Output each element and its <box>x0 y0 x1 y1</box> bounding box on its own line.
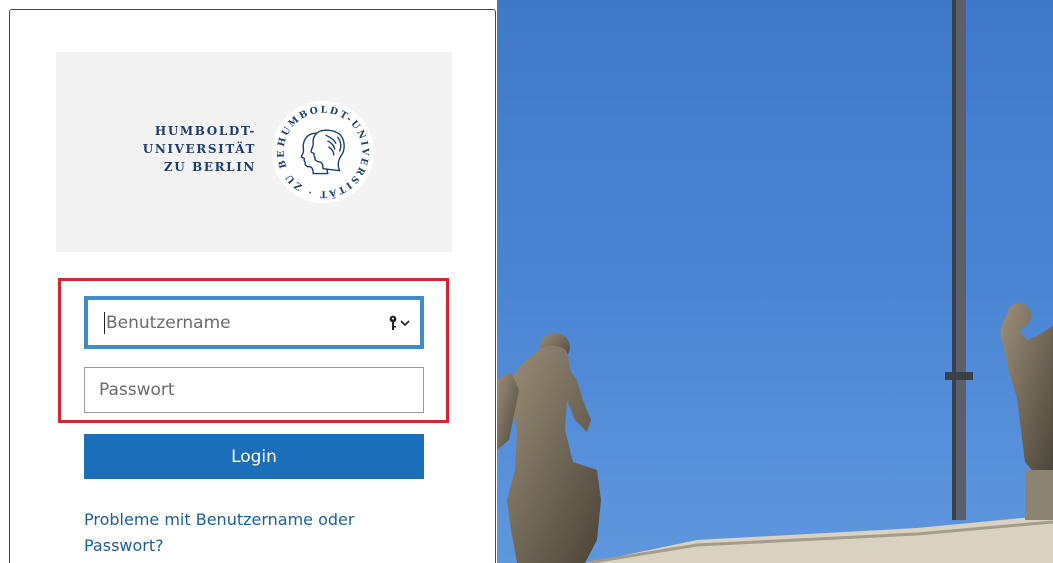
page: HUMBOLDT- UNIVERSITÄT ZU BERLIN HUMBOLDT… <box>0 0 1053 563</box>
username-field[interactable]: Benutzername <box>84 296 424 349</box>
logo-line-2: UNIVERSITÄT <box>142 142 256 156</box>
chevron-down-icon <box>400 319 410 326</box>
login-button[interactable]: Login <box>84 434 424 479</box>
statue-plinth <box>1025 470 1053 520</box>
university-logo: HUMBOLDT- UNIVERSITÄT ZU BERLIN HUMBOLDT… <box>56 52 452 252</box>
login-panel: HUMBOLDT- UNIVERSITÄT ZU BERLIN HUMBOLDT… <box>9 9 496 563</box>
background-photo <box>497 0 1053 563</box>
university-seal-icon: HUMBOLDT-UNIVERSITÄT · ZU BERLIN · <box>269 98 375 204</box>
password-field[interactable]: Passwort <box>84 367 424 413</box>
password-placeholder: Passwort <box>99 380 175 400</box>
text-cursor <box>104 311 105 334</box>
key-icon <box>389 315 397 330</box>
logo-line-3: ZU BERLIN <box>163 160 256 174</box>
username-placeholder: Benutzername <box>106 312 231 333</box>
logo-line-1: HUMBOLDT- <box>154 124 256 138</box>
credentials-help-link[interactable]: Probleme mit Benutzername oder Passwort? <box>84 507 414 559</box>
logo-wordmark: HUMBOLDT- UNIVERSITÄT ZU BERLIN <box>116 122 256 176</box>
password-manager-button[interactable] <box>388 315 410 331</box>
